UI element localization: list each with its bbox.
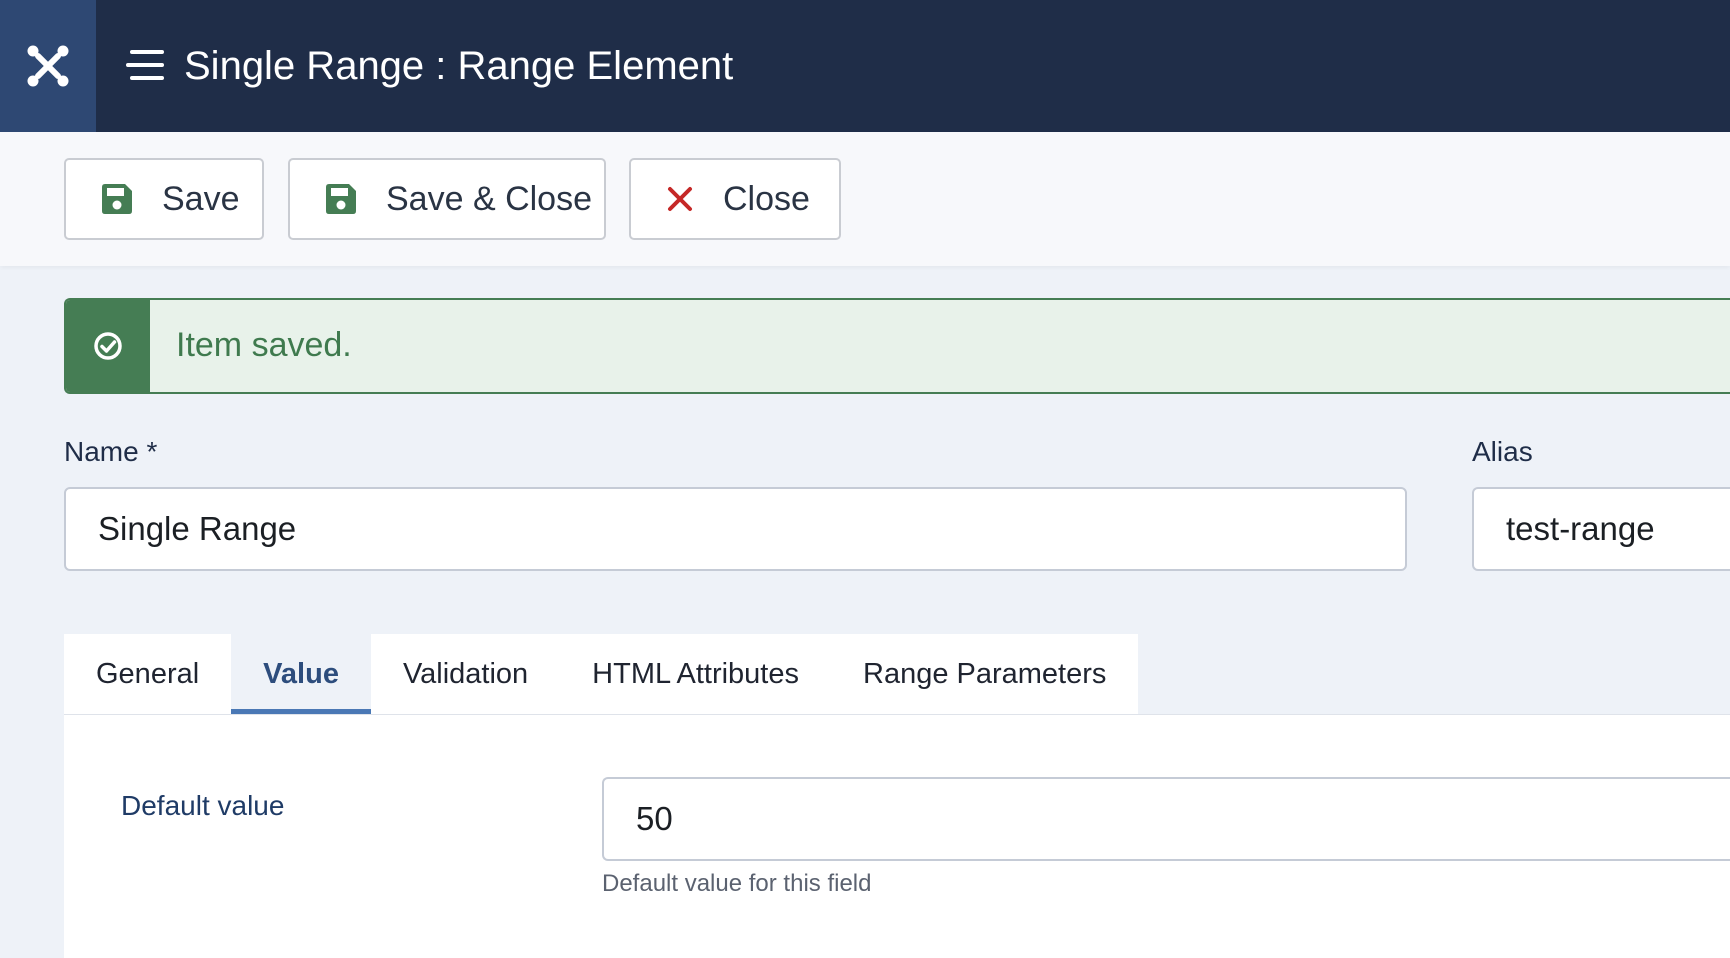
save-button-label: Save [162,179,240,218]
name-label: Name * [64,436,158,467]
success-alert: Item saved. [64,298,1730,394]
default-value-input[interactable] [602,777,1730,861]
save-and-close-button[interactable]: Save & Close [288,158,606,240]
tab-bar: General Value Validation HTML Attributes… [64,634,1139,714]
tab-validation[interactable]: Validation [371,634,560,714]
default-value-label: Default value [121,790,285,821]
name-input[interactable] [64,487,1407,571]
app-header: Single Range : Range Element [0,0,1730,132]
joomla-logo-icon [27,45,69,87]
floppy-disk-icon [102,184,132,214]
check-circle-icon [94,332,122,360]
alert-message: Item saved. [176,326,352,364]
tab-html-attributes[interactable]: HTML Attributes [560,634,831,714]
alert-icon-box [66,300,150,392]
floppy-disk-icon [326,184,356,214]
close-button[interactable]: Close [629,158,841,240]
default-value-help-text: Default value for this field [602,870,872,897]
tab-general[interactable]: General [64,634,231,714]
joomla-logo-button[interactable] [0,0,96,132]
save-and-close-button-label: Save & Close [386,179,592,218]
tab-value[interactable]: Value [231,634,371,714]
toolbar: Save Save & Close Close [0,132,1730,266]
close-button-label: Close [723,179,810,218]
hamburger-menu-icon[interactable] [126,46,168,84]
tab-range-parameters[interactable]: Range Parameters [831,634,1138,714]
x-icon [667,186,693,212]
alias-label: Alias [1472,436,1533,467]
alias-input[interactable] [1472,487,1730,571]
save-button[interactable]: Save [64,158,264,240]
page-title: Single Range : Range Element [184,44,734,88]
